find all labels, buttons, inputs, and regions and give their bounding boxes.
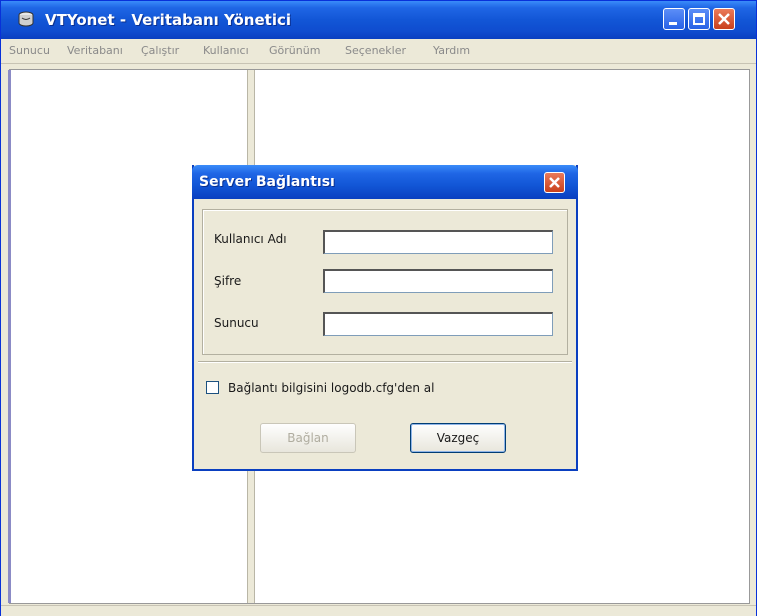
server-connection-dialog: Server Bağlantısı Kullanıcı Adı Şifre Su… [192, 165, 578, 471]
dialog-separator [198, 361, 572, 363]
status-bar [1, 605, 756, 616]
cancel-button[interactable]: Vazgeç [410, 423, 506, 453]
username-label: Kullanıcı Adı [214, 232, 287, 246]
password-input[interactable] [323, 269, 553, 293]
server-input[interactable] [323, 312, 553, 336]
dialog-title: Server Bağlantısı [199, 174, 335, 190]
menu-kullanici[interactable]: Kullanıcı [203, 44, 249, 57]
menu-veritabani[interactable]: Veritabanı [67, 44, 123, 57]
app-icon [17, 11, 35, 27]
minimize-button[interactable] [663, 8, 685, 30]
menu-bar: Sunucu Veritabanı Çalıştır Kullanıcı Gör… [1, 39, 756, 64]
menu-calistir[interactable]: Çalıştır [141, 44, 179, 57]
window-title: VTYonet - Veritabanı Yönetici [45, 11, 292, 29]
dialog-title-bar[interactable]: Server Bağlantısı [192, 165, 578, 199]
use-config-label[interactable]: Bağlantı bilgisini logodb.cfg'den al [228, 381, 434, 395]
use-config-checkbox[interactable] [206, 381, 219, 394]
password-label: Şifre [214, 274, 242, 288]
title-bar[interactable]: VTYonet - Veritabanı Yönetici [1, 1, 756, 39]
close-button[interactable] [713, 8, 735, 30]
menu-secenekler[interactable]: Seçenekler [345, 44, 406, 57]
menu-yardim[interactable]: Yardım [433, 44, 470, 57]
menu-gorunum[interactable]: Görünüm [269, 44, 320, 57]
left-edge-bar [8, 70, 11, 603]
username-input[interactable] [323, 230, 553, 254]
connect-button[interactable]: Bağlan [260, 423, 356, 453]
credentials-group: Kullanıcı Adı Şifre Sunucu [202, 209, 568, 355]
menu-sunucu[interactable]: Sunucu [9, 44, 50, 57]
dialog-close-button[interactable] [544, 172, 565, 193]
server-label: Sunucu [214, 316, 259, 330]
maximize-button[interactable] [688, 8, 710, 30]
